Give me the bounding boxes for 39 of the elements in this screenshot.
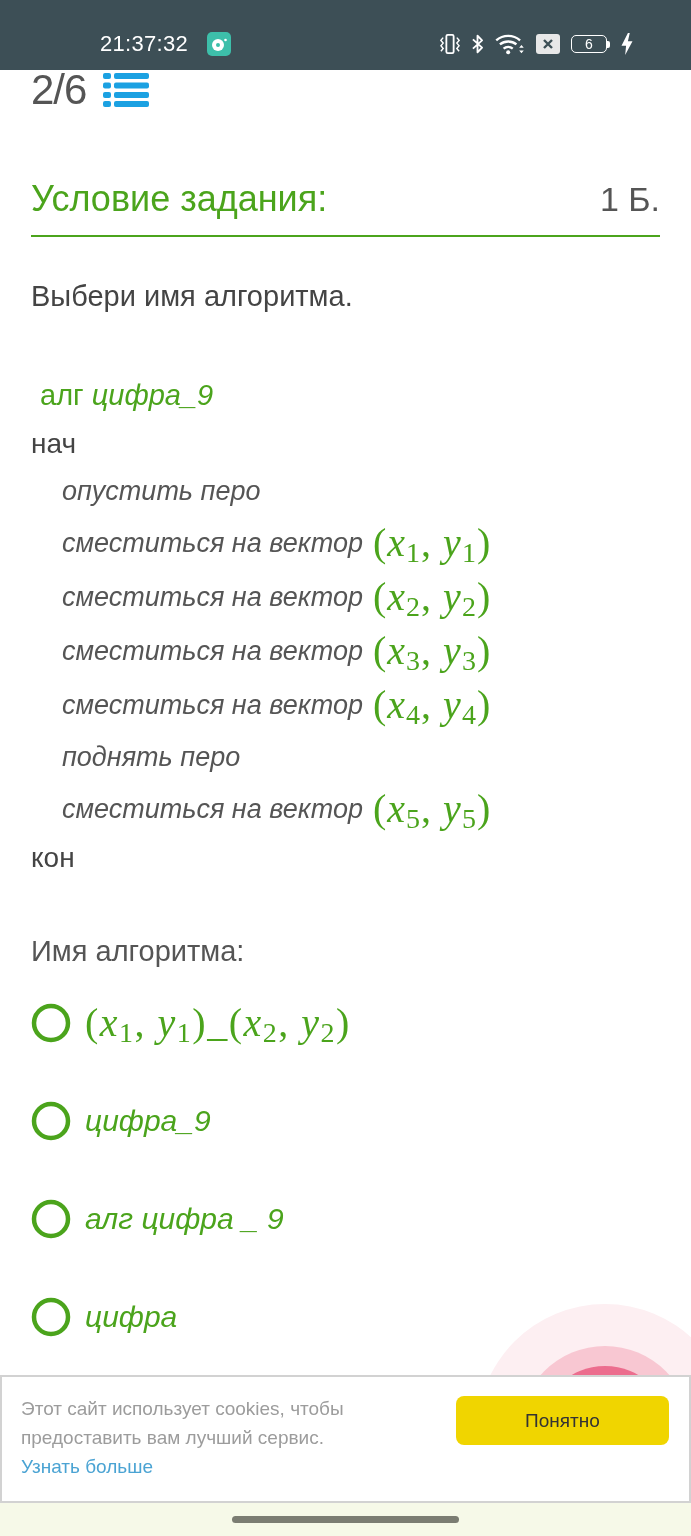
radio-button[interactable] xyxy=(31,1003,71,1043)
command-text: сместиться на вектор xyxy=(62,793,363,825)
command-text: сместиться на вектор xyxy=(62,527,363,559)
task-points: 1 Б. xyxy=(599,179,660,220)
app-notification-icon xyxy=(207,32,232,56)
vibrate-icon xyxy=(440,33,460,55)
keyword-text: кон xyxy=(31,842,75,874)
list-icon[interactable] xyxy=(103,73,150,107)
command-text: поднять перо xyxy=(62,741,241,773)
radio-button[interactable] xyxy=(31,1101,71,1141)
sim-card-x-icon xyxy=(536,34,560,54)
radio-button[interactable] xyxy=(31,1297,71,1337)
command-text: сместиться на вектор xyxy=(62,581,363,613)
command-text: сместиться на вектор xyxy=(62,689,363,721)
charging-bolt-icon xyxy=(621,33,633,55)
radio-button[interactable] xyxy=(31,1199,71,1239)
vector-formula: (x$_{1}$, y$_{1}$) xyxy=(373,523,492,563)
vector-formula: (x$_{5}$, y$_{5}$) xyxy=(373,789,492,829)
battery-level-text: 6 xyxy=(585,37,593,51)
algorithm-header: алг цифра_9 xyxy=(40,378,214,412)
command-text: сместиться на вектор xyxy=(62,635,363,667)
question-counter: 2/6 xyxy=(31,70,87,110)
task-title: Условие задания: xyxy=(31,177,328,221)
option-text: алг цифра _ 9 xyxy=(85,1202,284,1236)
wifi-icon xyxy=(495,33,525,55)
keyword-text: нач xyxy=(31,428,76,460)
command-text: опустить перо xyxy=(62,475,261,507)
option-text: цифра_9 xyxy=(85,1104,211,1138)
option-text: (x$_{1}$, y$_{1}$)_(x$_{2}$, y$_{2}$) xyxy=(85,1001,351,1045)
cookie-message: Этот сайт использует cookies, чтобы предоставить вам лучший сервис. Узнать больше xyxy=(21,1397,345,1479)
task-prompt: Выбери имя алгоритма. xyxy=(31,279,354,314)
option-text: цифра xyxy=(85,1300,178,1334)
status-time: 21:37:32 xyxy=(100,31,189,57)
vector-formula: (x$_{2}$, y$_{2}$) xyxy=(373,577,492,617)
accept-cookies-button[interactable]: Понятно xyxy=(456,1396,669,1445)
vector-formula: (x$_{3}$, y$_{3}$) xyxy=(373,631,492,671)
vector-formula: (x$_{4}$, y$_{4}$) xyxy=(373,685,492,725)
answer-label: Имя алгоритма: xyxy=(31,934,246,969)
bluetooth-icon xyxy=(471,33,484,55)
